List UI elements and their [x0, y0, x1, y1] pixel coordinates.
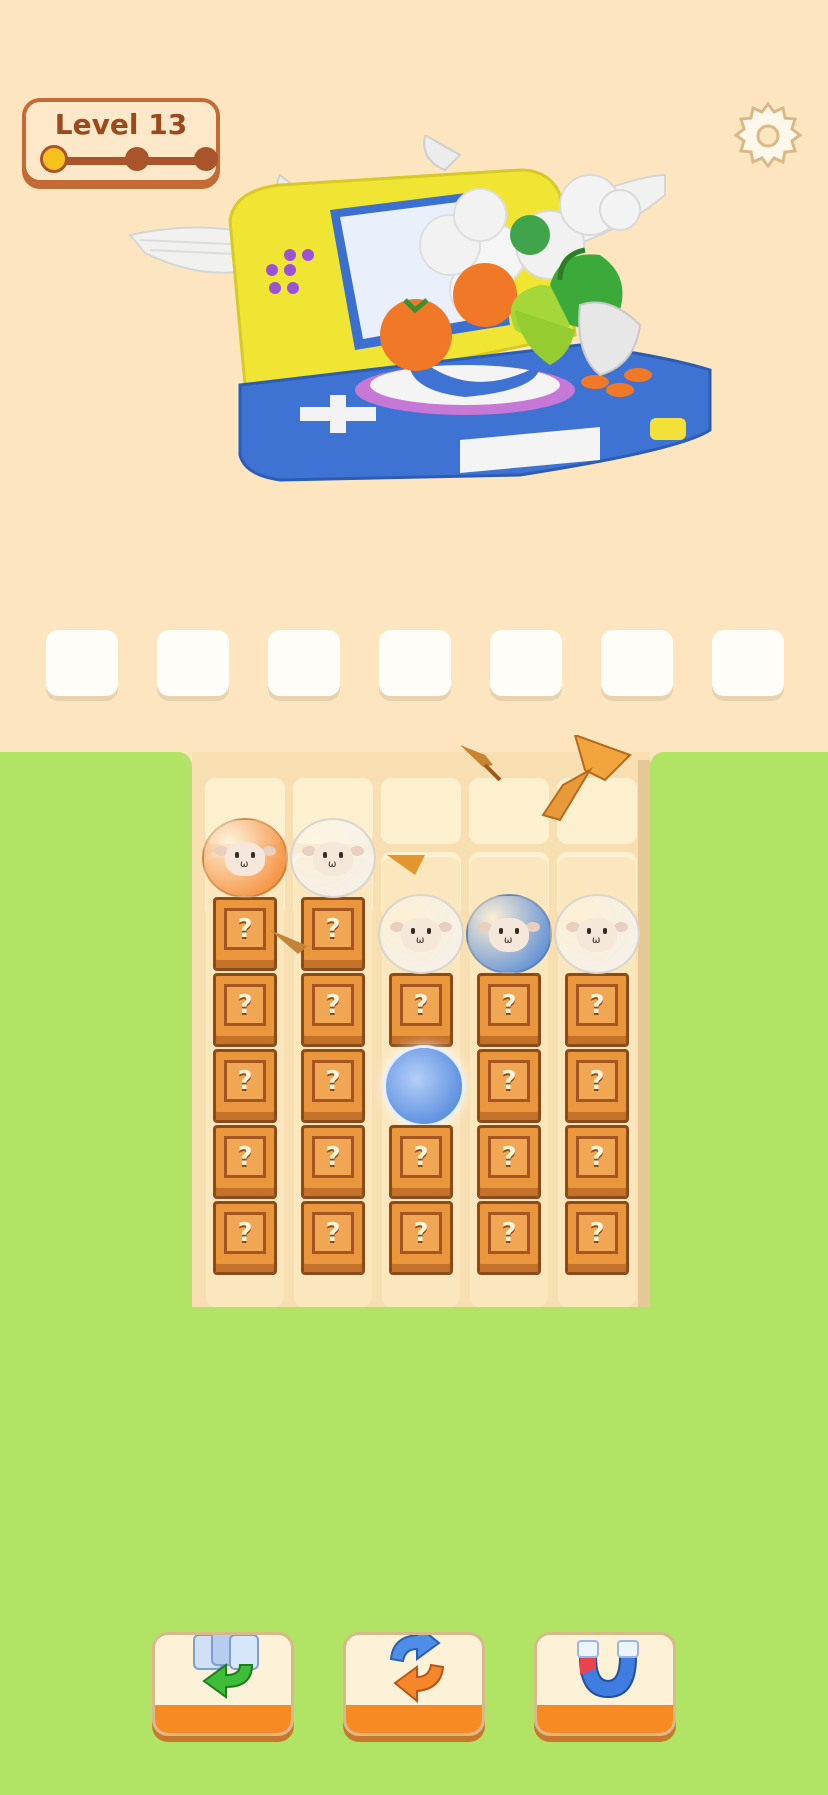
mystery-crate[interactable]: ?: [477, 1049, 541, 1123]
question-mark-icon: ?: [224, 984, 266, 1026]
question-mark-icon: ?: [224, 908, 266, 950]
orange-sheep[interactable]: ω: [202, 818, 288, 898]
question-mark-icon: ?: [312, 1060, 354, 1102]
mystery-crate[interactable]: ?: [565, 973, 629, 1047]
collection-slot: [268, 630, 340, 696]
sheep-face: ω: [489, 918, 529, 952]
mystery-crate[interactable]: ?: [565, 1125, 629, 1199]
sheep-eye: [499, 928, 503, 934]
question-mark-icon: ?: [576, 1136, 618, 1178]
white-sheep[interactable]: ω: [290, 818, 376, 898]
magnet-icon: [577, 1640, 639, 1699]
mystery-crate[interactable]: ?: [301, 1125, 365, 1199]
sheep-eye: [251, 852, 255, 858]
sheep-eye: [515, 928, 519, 934]
collection-slot: [712, 630, 784, 696]
mystery-crate[interactable]: ?: [565, 1201, 629, 1275]
sheep-eye: [587, 928, 591, 934]
shuffle-button[interactable]: [343, 1632, 485, 1736]
question-mark-icon: ?: [576, 1212, 618, 1254]
wood-shard: [270, 930, 308, 954]
sheep-mouth: ω: [592, 935, 601, 946]
mystery-crate[interactable]: ?: [477, 1125, 541, 1199]
question-mark-icon: ?: [400, 1136, 442, 1178]
mystery-crate[interactable]: ?: [389, 1201, 453, 1275]
question-mark-icon: ?: [312, 1136, 354, 1178]
question-mark-icon: ?: [576, 1060, 618, 1102]
yarn-art-picture: [128, 135, 712, 482]
sheep-eye: [603, 928, 607, 934]
question-mark-icon: ?: [488, 1212, 530, 1254]
mystery-crate[interactable]: ?: [565, 1049, 629, 1123]
question-mark-icon: ?: [576, 984, 618, 1026]
sheep-eye: [235, 852, 239, 858]
gear-icon[interactable]: [732, 100, 804, 172]
mystery-crate[interactable]: ?: [213, 1049, 277, 1123]
question-mark-icon: ?: [400, 1212, 442, 1254]
sheep-face: ω: [577, 918, 617, 952]
mystery-crate[interactable]: ?: [213, 1201, 277, 1275]
collection-slot: [601, 630, 673, 696]
mystery-crate[interactable]: ?: [301, 1049, 365, 1123]
collection-slot: [379, 630, 451, 696]
mystery-crate[interactable]: ?: [213, 973, 277, 1047]
collection-slot: [46, 630, 118, 696]
wood-shards-effect: [460, 735, 632, 822]
undo-cards-icon: [193, 1635, 259, 1699]
question-mark-icon: ?: [488, 1136, 530, 1178]
sheep-mouth: ω: [328, 859, 337, 870]
mystery-crate[interactable]: ?: [389, 973, 453, 1047]
mystery-crate[interactable]: ?: [477, 973, 541, 1047]
sheep-eye: [411, 928, 415, 934]
sheep-face: ω: [225, 842, 265, 876]
shuffle-icon: [389, 1635, 445, 1704]
mystery-crate[interactable]: ?: [389, 1125, 453, 1199]
question-mark-icon: ?: [488, 1060, 530, 1102]
magnet-button[interactable]: [534, 1632, 676, 1736]
question-mark-icon: ?: [312, 984, 354, 1026]
sheep-face: ω: [401, 918, 441, 952]
undo-button[interactable]: [152, 1632, 294, 1736]
sheep-eye: [323, 852, 327, 858]
question-mark-icon: ?: [224, 1212, 266, 1254]
progress-dot-current: [40, 145, 68, 173]
mystery-crate[interactable]: ?: [301, 973, 365, 1047]
white-sheep[interactable]: ω: [378, 894, 464, 974]
board-edge: [638, 760, 650, 1307]
question-mark-icon: ?: [312, 908, 354, 950]
question-mark-icon: ?: [224, 1136, 266, 1178]
wood-shard: [387, 855, 425, 875]
sheep-eye: [427, 928, 431, 934]
blue-sheep[interactable]: ω: [466, 894, 552, 974]
sheep-mouth: ω: [504, 935, 513, 946]
collection-slot: [490, 630, 562, 696]
mystery-crate[interactable]: ?: [477, 1201, 541, 1275]
sheep-mouth: ω: [416, 935, 425, 946]
question-mark-icon: ?: [224, 1060, 266, 1102]
collection-slot: [157, 630, 229, 696]
sheep-face: ω: [313, 842, 353, 876]
question-mark-icon: ?: [488, 984, 530, 1026]
sheep-mouth: ω: [240, 859, 249, 870]
question-mark-icon: ?: [400, 984, 442, 1026]
mystery-crate[interactable]: ?: [301, 1201, 365, 1275]
question-mark-icon: ?: [312, 1212, 354, 1254]
sheep-eye: [339, 852, 343, 858]
white-sheep[interactable]: ω: [554, 894, 640, 974]
mystery-crate[interactable]: ?: [213, 1125, 277, 1199]
